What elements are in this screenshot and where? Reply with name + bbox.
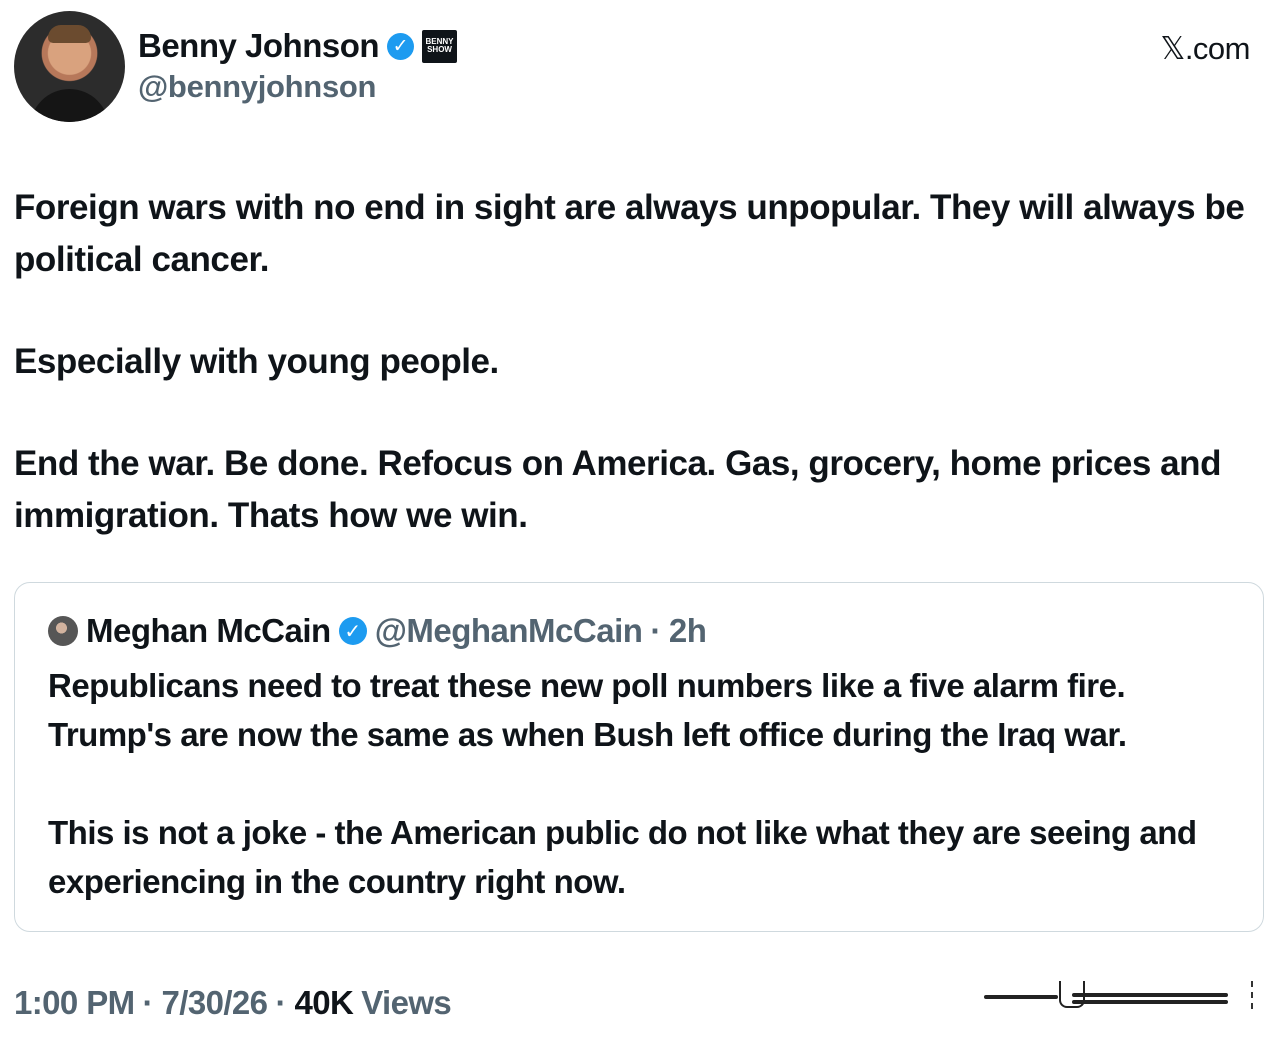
watermark-line — [1072, 993, 1228, 997]
tweet-header: Benny Johnson ✓ BENNY SHOW @bennyjohnson… — [14, 11, 1266, 123]
quoted-tweet-text: Republicans need to treat these new poll… — [48, 661, 1248, 906]
benny-show-logo-icon: BENNY SHOW — [422, 29, 458, 63]
quoted-paragraph: This is not a joke - the American public… — [48, 814, 1197, 900]
author-name-row: Benny Johnson ✓ BENNY SHOW — [138, 27, 458, 65]
verified-check-icon: ✓ — [338, 617, 367, 645]
tweet-paragraph: Foreign wars with no end in sight are al… — [14, 188, 1245, 279]
footer-separator: · — [142, 984, 154, 1021]
watermark-line — [1072, 1000, 1228, 1004]
quoted-paragraph: Republicans need to treat these new poll… — [48, 667, 1127, 753]
quoted-tweet-card[interactable]: Meghan McCain ✓ @MeghanMcCain · 2h Repub… — [14, 582, 1264, 932]
author-handle[interactable]: @bennyjohnson — [138, 69, 376, 105]
watermark-bars — [1235, 981, 1253, 1009]
tweet-paragraph: End the war. Be done. Refocus on America… — [14, 444, 1222, 535]
tweet-paragraph: Especially with young people. — [14, 342, 499, 381]
quoted-time-separator: · — [650, 612, 661, 649]
avatar-hair — [48, 25, 91, 43]
tweet-date[interactable]: 7/30/26 — [162, 984, 269, 1022]
footer-separator: · — [275, 984, 287, 1021]
verified-check-icon: ✓ — [387, 32, 415, 60]
avatar-shirt — [30, 89, 109, 122]
x-com-label: 𝕏.com — [1160, 31, 1250, 66]
author-avatar[interactable] — [14, 11, 125, 122]
quoted-tweet-header: Meghan McCain ✓ @MeghanMcCain · 2h — [48, 611, 707, 651]
quoted-author-handle[interactable]: @MeghanMcCain — [375, 612, 643, 650]
quoted-author-avatar[interactable] — [48, 616, 78, 646]
tweet-time[interactable]: 1:00 PM — [14, 984, 135, 1022]
quoted-time[interactable]: 2h — [669, 612, 707, 650]
watermark-logo-icon — [984, 979, 1254, 1012]
watermark-line — [984, 995, 1058, 999]
author-display-name[interactable]: Benny Johnson — [138, 27, 380, 65]
tweet-text: Foreign wars with no end in sight are al… — [14, 182, 1262, 542]
views-label: Views — [361, 984, 452, 1021]
tweet-footer: 1:00 PM · 7/30/26 · 40K Views — [14, 981, 452, 1025]
views-count: 40K — [294, 984, 354, 1021]
quoted-author-name[interactable]: Meghan McCain — [86, 612, 331, 650]
